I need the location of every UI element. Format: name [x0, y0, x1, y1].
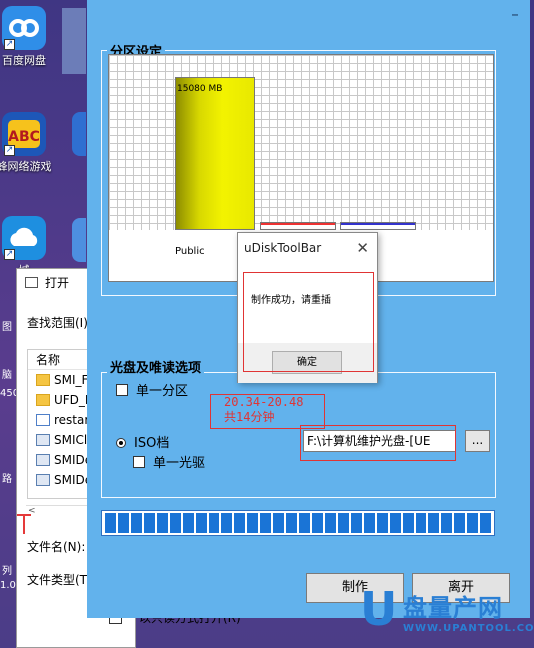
message-box-titlebar: uDiskToolBar ✕ — [238, 233, 377, 263]
shortcut-arrow-icon: ↗ — [4, 145, 15, 156]
annotation-line2: 共14分钟 — [224, 410, 275, 424]
open-dialog-title: 打开 — [45, 276, 70, 290]
progress-segment — [376, 513, 388, 533]
filetype-label: 文件类型(T — [27, 573, 88, 587]
progress-segment — [182, 513, 194, 533]
progress-segment — [247, 513, 259, 533]
red-annotation-line — [23, 514, 25, 534]
progress-segment — [260, 513, 272, 533]
progress-segment — [402, 513, 414, 533]
partition-name-label: Public — [175, 246, 205, 257]
desktop-icon-partial[interactable] — [72, 112, 86, 156]
progress-segment — [350, 513, 362, 533]
desktop-icon-baidu[interactable]: ↗ 百度网盘 — [0, 6, 54, 68]
app-icon — [36, 434, 50, 446]
shortcut-arrow-icon: ↗ — [4, 249, 15, 260]
progress-segment — [234, 513, 246, 533]
partial-label: 1.0 — [0, 580, 16, 591]
partial-label: 脑 — [2, 370, 12, 381]
progress-segment — [324, 513, 336, 533]
close-icon[interactable]: ✕ — [356, 233, 369, 263]
abc-game-icon: ABC ↗ — [2, 112, 46, 156]
browse-button[interactable]: ... — [465, 430, 490, 452]
progress-segment — [130, 513, 142, 533]
partition-bar-blue[interactable] — [340, 222, 416, 230]
progress-segment — [415, 513, 427, 533]
filename-label: 文件名(N): — [27, 540, 86, 554]
iso-option[interactable]: ISO档 — [116, 432, 169, 451]
shortcut-arrow-icon: ↗ — [4, 39, 15, 50]
single-partition-label: 单一分区 — [136, 384, 189, 399]
partial-label: 图 — [2, 322, 12, 333]
annotation-line1: 20.34-20.48 — [224, 395, 304, 409]
progress-segment — [286, 513, 298, 533]
window-icon — [25, 277, 38, 288]
progress-segment — [105, 513, 116, 533]
iso-radio-button[interactable] — [116, 438, 126, 448]
desktop-icon-label: 百度网盘 — [2, 54, 46, 67]
partition-bar[interactable] — [175, 77, 255, 230]
progress-segment — [428, 513, 440, 533]
single-cd-label: 单一光驱 — [153, 456, 206, 471]
single-partition-option[interactable]: 单一分区 — [116, 380, 188, 399]
single-partition-checkbox[interactable] — [116, 384, 128, 396]
desktop-icon-partial[interactable] — [72, 218, 86, 262]
progress-segment — [156, 513, 168, 533]
folder-icon — [36, 394, 50, 406]
single-cd-option[interactable]: 单一光驱 — [133, 452, 205, 471]
progress-segment — [195, 513, 207, 533]
progress-segment — [312, 513, 323, 533]
upantool-watermark: U 盘量产网 WWW.UPANTOOL.COM — [358, 586, 534, 646]
progress-segment — [480, 513, 492, 533]
watermark-logo-icon: U — [360, 582, 398, 636]
file-icon — [36, 414, 50, 426]
desktop-icon-game[interactable]: ABC ↗ 蜂网络游戏 — [0, 112, 54, 174]
file-name: SMI_Fi — [54, 373, 91, 387]
desktop-icon-label: 蜂网络游戏 — [0, 160, 52, 173]
app-icon — [36, 474, 50, 486]
partial-label: 路 — [2, 474, 12, 485]
progress-segment — [363, 513, 375, 533]
svg-text:ABC: ABC — [8, 129, 40, 145]
watermark-url: WWW.UPANTOOL.COM — [403, 623, 534, 634]
look-in-label: 查找范围(I) — [27, 316, 88, 330]
partial-label: 列 — [2, 566, 12, 577]
progress-bar — [101, 510, 495, 536]
progress-segment — [299, 513, 310, 533]
progress-segment — [441, 513, 453, 533]
single-cd-checkbox[interactable] — [133, 456, 145, 468]
progress-segment — [273, 513, 285, 533]
message-box-title: uDiskToolBar — [244, 241, 322, 255]
progress-segment — [169, 513, 181, 533]
progress-segment — [208, 513, 220, 533]
message-highlight — [243, 272, 374, 372]
progress-segment — [221, 513, 233, 533]
baidu-cloud-icon: ↗ — [2, 6, 46, 50]
watermark-brand: 盘量产网 — [403, 594, 503, 622]
progress-segment — [117, 513, 129, 533]
iso-label: ISO档 — [134, 436, 170, 451]
minimize-button[interactable]: – — [504, 4, 526, 24]
progress-segment — [467, 513, 479, 533]
partial-icon-strip: 图 脑 450 路 列 1.0 — [0, 318, 19, 618]
partition-bar-red[interactable] — [260, 222, 336, 230]
cd-group-title: 光盘及唯读选项 — [107, 357, 205, 376]
progress-segment — [389, 513, 401, 533]
progress-segment — [337, 513, 349, 533]
progress-segment — [143, 513, 155, 533]
iso-path-highlight — [300, 425, 456, 461]
time-annotation: 20.34-20.48 共14分钟 — [210, 394, 325, 429]
partition-size-label: 15080 MB — [177, 84, 223, 94]
progress-segment — [454, 513, 466, 533]
app-icon — [36, 454, 50, 466]
folder-icon — [36, 374, 50, 386]
desktop-icon-partial[interactable] — [62, 8, 86, 74]
cloud-icon: ↗ — [2, 216, 46, 260]
